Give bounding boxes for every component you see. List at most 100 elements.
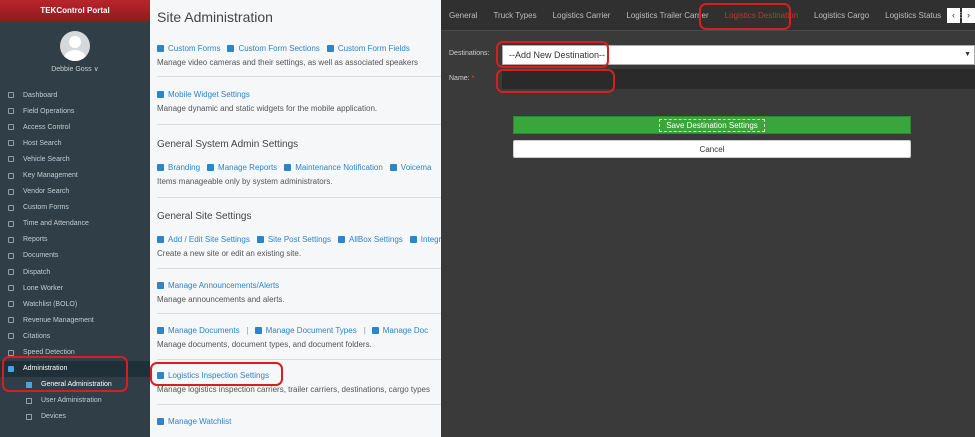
manage-reports-link[interactable]: Manage Reports — [207, 163, 277, 172]
site-post-settings-link[interactable]: Site Post Settings — [256, 235, 331, 244]
save-destination-button[interactable]: Save Destination Settings — [513, 116, 911, 134]
sidebar-item-access-control[interactable]: Access Control — [0, 119, 150, 135]
sidebar-item-host-search[interactable]: Host Search — [0, 135, 150, 151]
custom-form-sections-link[interactable]: Custom Form Sections — [227, 44, 320, 53]
sidebar-item-speed-detection[interactable]: Speed Detection — [0, 345, 150, 361]
manage-document-folders-link[interactable]: Manage Doc — [371, 326, 428, 335]
allbox-settings-link[interactable]: AllBox Settings — [337, 235, 403, 244]
sidebar-item-label: Dispatch — [23, 268, 51, 276]
link-label: Voicema — [400, 163, 432, 172]
divider — [157, 313, 441, 314]
chart-icon — [8, 236, 14, 243]
voicemail-link[interactable]: Voicema — [389, 163, 432, 172]
tab-truck-types[interactable]: Truck Types — [485, 0, 544, 31]
sidebar-item-label: Dashboard — [23, 91, 58, 99]
avatar[interactable] — [60, 31, 90, 61]
section-description: Manage video cameras and their settings,… — [157, 58, 419, 67]
custom-form-fields-link[interactable]: Custom Form Fields — [326, 44, 410, 53]
search-icon — [8, 188, 14, 195]
tab-logistics-destination[interactable]: Logistics Destination — [717, 0, 806, 31]
tab-general[interactable]: General — [441, 0, 485, 31]
tab-bar: General Truck Types Logistics Carrier Lo… — [441, 0, 975, 31]
sidebar-item-vehicle-search[interactable]: Vehicle Search — [0, 151, 150, 167]
destinations-select[interactable]: --Add New Destination-- ▼ — [502, 45, 975, 65]
manage-watchlist-link[interactable]: Manage Watchlist — [157, 417, 231, 426]
sidebar-subitem-user-administration[interactable]: User Administration — [0, 393, 150, 409]
bell-icon — [157, 282, 164, 289]
link-label: Manage Reports — [218, 163, 278, 172]
sidebar-subitem-devices[interactable]: Devices — [0, 409, 150, 425]
mobile-widget-section: Mobile Widget Settings Manage dynamic an… — [157, 90, 441, 113]
manage-documents-link[interactable]: Manage Documents — [157, 326, 240, 335]
tab-logistics-status[interactable]: Logistics Status — [877, 0, 949, 31]
section-description: Create a new site or edit an existing si… — [157, 249, 302, 258]
sidebar: TEKControl Portal Debbie Goss ∨ Dashboar… — [0, 0, 150, 437]
sidebar-item-dispatch[interactable]: Dispatch — [0, 264, 150, 280]
separator: | — [246, 326, 249, 335]
sidebar-item-time-attendance[interactable]: Time and Attendance — [0, 216, 150, 232]
divider — [157, 76, 441, 77]
divider — [157, 124, 441, 125]
logistics-inspection-settings-link[interactable]: Logistics Inspection Settings — [157, 371, 269, 380]
tab-logistics-carrier[interactable]: Logistics Carrier — [545, 0, 619, 31]
divider — [157, 404, 441, 405]
sidebar-item-field-operations[interactable]: Field Operations — [0, 103, 150, 119]
sidebar-item-label: Watchlist (BOLO) — [23, 300, 78, 308]
folder-icon — [371, 327, 379, 334]
sidebar-item-label: Speed Detection — [23, 349, 75, 357]
tab-next-button[interactable]: › — [962, 8, 975, 23]
tab-logistics-trailer-carrier[interactable]: Logistics Trailer Carrier — [618, 0, 716, 31]
sidebar-item-label: Devices — [41, 413, 66, 421]
name-input[interactable] — [502, 69, 975, 89]
tab-scroll-controls: ‹ › — [945, 8, 975, 23]
mobile-icon — [409, 236, 417, 243]
manage-announcements-link[interactable]: Manage Announcements/Alerts — [157, 281, 279, 290]
cancel-button[interactable]: Cancel — [513, 140, 911, 158]
sidebar-subitem-general-administration[interactable]: General Administration — [0, 377, 150, 393]
manage-document-types-link[interactable]: Manage Document Types — [254, 326, 357, 335]
dollar-icon — [8, 317, 14, 324]
sidebar-nav: Dashboard Field Operations Access Contro… — [0, 87, 150, 425]
site-settings-section: Add / Edit Site Settings Site Post Setti… — [157, 235, 441, 258]
sidebar-item-custom-forms[interactable]: Custom Forms — [0, 200, 150, 216]
sidebar-item-label: Administration — [23, 365, 68, 373]
tab-prev-button[interactable]: ‹ — [947, 8, 960, 23]
mobile-widget-settings-link[interactable]: Mobile Widget Settings — [157, 90, 250, 99]
sitemap-icon — [26, 381, 32, 388]
map-marker-icon — [157, 236, 164, 243]
sidebar-item-vendor-search[interactable]: Vendor Search — [0, 184, 150, 200]
destinations-label: Destinations: — [449, 50, 490, 57]
divider — [157, 359, 441, 360]
tab-logistics-cargo[interactable]: Logistics Cargo — [806, 0, 877, 31]
maintenance-notification-link[interactable]: Maintenance Notification — [284, 163, 383, 172]
chart-icon — [207, 164, 215, 171]
section-description: Manage documents, document types, and do… — [157, 340, 372, 349]
user-menu[interactable]: Debbie Goss ∨ — [0, 65, 150, 73]
sidebar-item-dashboard[interactable]: Dashboard — [0, 87, 150, 103]
sidebar-item-key-management[interactable]: Key Management — [0, 167, 150, 183]
name-row: Name: * — [449, 75, 501, 82]
sidebar-item-documents[interactable]: Documents — [0, 248, 150, 264]
sidebar-item-citations[interactable]: Citations — [0, 328, 150, 344]
phone-icon — [389, 164, 397, 171]
link-label: Mobile Widget Settings — [168, 90, 250, 99]
sidebar-item-label: Documents — [23, 252, 59, 260]
add-edit-site-settings-link[interactable]: Add / Edit Site Settings — [157, 235, 250, 244]
section-description: Manage dynamic and static widgets for th… — [157, 104, 378, 113]
branding-link[interactable]: Branding — [157, 163, 200, 172]
sidebar-item-watchlist[interactable]: Watchlist (BOLO) — [0, 296, 150, 312]
grid-icon — [8, 108, 14, 115]
name-label: Name: * — [449, 75, 501, 82]
section-description: Manage announcements and alerts. — [157, 295, 285, 304]
sidebar-item-revenue-management[interactable]: Revenue Management — [0, 312, 150, 328]
sidebar-item-lone-worker[interactable]: Lone Worker — [0, 280, 150, 296]
logistics-settings-dialog: General Truck Types Logistics Carrier Lo… — [441, 0, 975, 437]
sidebar-item-reports[interactable]: Reports — [0, 232, 150, 248]
custom-forms-link[interactable]: Custom Forms — [157, 44, 220, 53]
phone-icon — [337, 236, 345, 243]
divider — [157, 268, 441, 269]
destinations-select-value: --Add New Destination-- — [509, 50, 606, 60]
sidebar-item-administration[interactable]: Administration — [0, 360, 150, 377]
integration-link[interactable]: Integra — [409, 235, 441, 244]
link-label: Integra — [420, 235, 441, 244]
